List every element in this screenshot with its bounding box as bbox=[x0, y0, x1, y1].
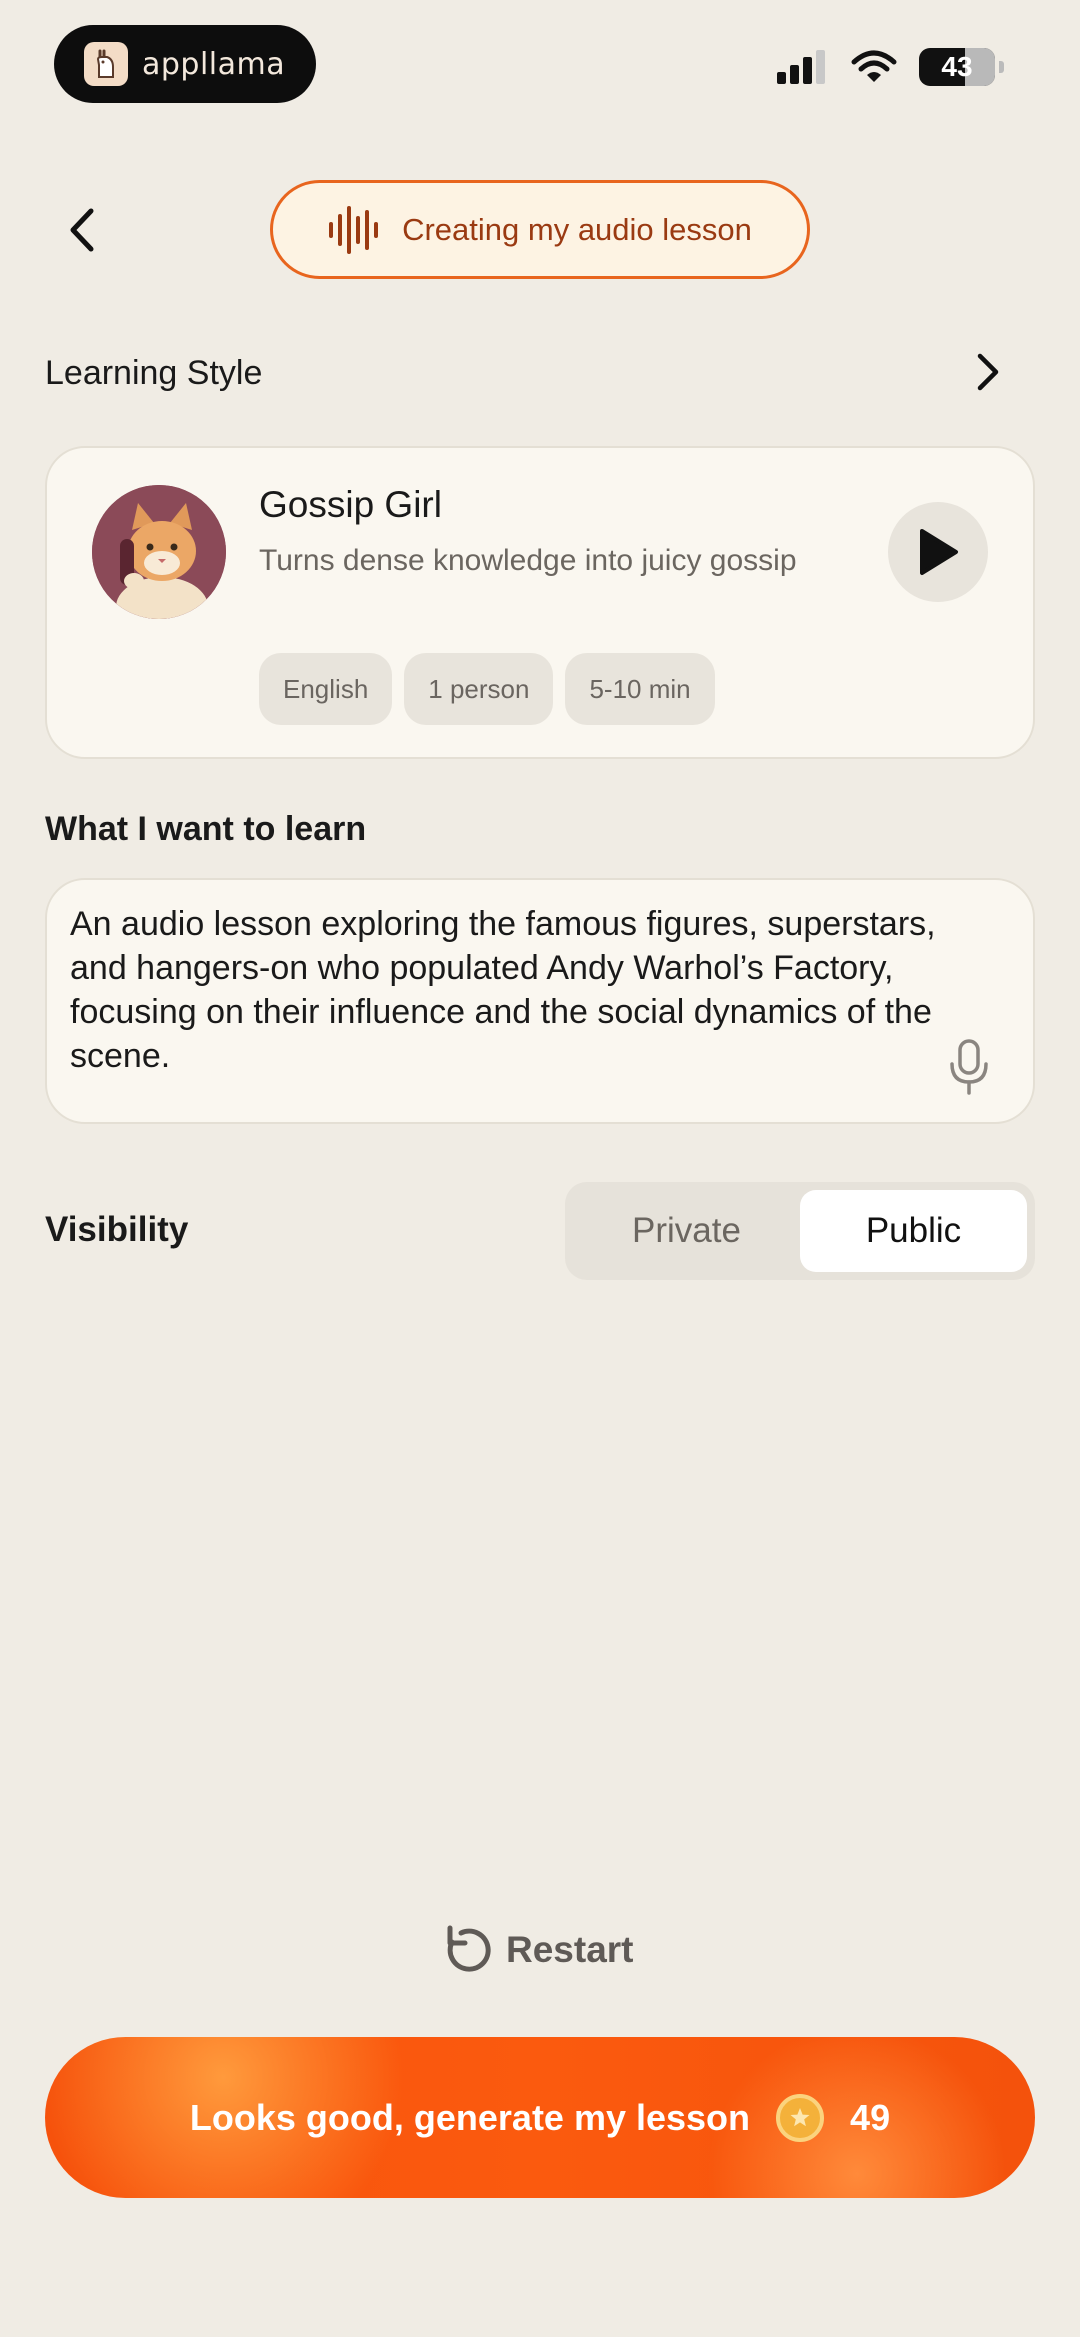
learning-style-card[interactable]: Gossip Girl Turns dense knowledge into j… bbox=[45, 446, 1035, 759]
llama-logo-icon bbox=[84, 42, 128, 86]
app-name: appllama bbox=[142, 46, 286, 82]
cat-avatar bbox=[92, 485, 226, 619]
play-icon bbox=[920, 529, 958, 575]
tag-language: English bbox=[259, 653, 393, 725]
chevron-left-icon bbox=[70, 208, 94, 252]
visibility-public-option[interactable]: Public bbox=[800, 1190, 1027, 1272]
status-bar: appllama 43 bbox=[0, 0, 1080, 130]
tag-duration: 5-10 min bbox=[565, 653, 715, 725]
visibility-segmented-control: Private Public bbox=[565, 1182, 1035, 1280]
learning-style-more-button[interactable] bbox=[966, 350, 1010, 394]
learn-topic-textarea[interactable]: An audio lesson exploring the famous fig… bbox=[45, 878, 1035, 1124]
creating-status-chip: Creating my audio lesson bbox=[270, 180, 810, 279]
tag-speakers: 1 person bbox=[404, 653, 554, 725]
learn-topic-text[interactable]: An audio lesson exploring the famous fig… bbox=[70, 902, 970, 1078]
restart-button[interactable]: Restart bbox=[442, 1920, 634, 1980]
microphone-icon bbox=[950, 1039, 988, 1095]
back-button[interactable] bbox=[52, 200, 112, 260]
coin-star-icon bbox=[776, 2093, 825, 2142]
battery-tip bbox=[999, 61, 1004, 73]
microphone-button[interactable] bbox=[947, 1038, 991, 1096]
visibility-private-option[interactable]: Private bbox=[573, 1190, 800, 1272]
status-chip-label: Creating my audio lesson bbox=[402, 211, 752, 247]
visibility-title: Visibility bbox=[45, 1210, 189, 1249]
chevron-right-icon bbox=[977, 353, 999, 391]
restart-label: Restart bbox=[506, 1929, 634, 1970]
learning-style-title: Learning Style bbox=[45, 354, 263, 392]
learn-section-title: What I want to learn bbox=[45, 810, 367, 848]
style-tags: English 1 person 5-10 min bbox=[259, 653, 715, 725]
app-indicator-pill[interactable]: appllama bbox=[54, 25, 316, 103]
wifi-icon bbox=[851, 50, 897, 82]
style-description: Turns dense knowledge into juicy gossip bbox=[259, 544, 797, 577]
style-name: Gossip Girl bbox=[259, 484, 442, 525]
restart-icon bbox=[447, 1925, 491, 1972]
coin-cost: 49 bbox=[850, 2096, 891, 2138]
battery-level: 43 bbox=[941, 51, 973, 82]
audio-waveform-icon bbox=[329, 205, 379, 254]
play-sample-button[interactable] bbox=[888, 502, 988, 602]
battery-icon: 43 bbox=[919, 48, 995, 86]
generate-lesson-button[interactable]: Looks good, generate my lesson 49 bbox=[45, 2037, 1035, 2198]
generate-lesson-label: Looks good, generate my lesson bbox=[189, 2096, 751, 2138]
system-status-icons: 43 bbox=[777, 48, 1004, 86]
cellular-signal-icon bbox=[777, 50, 825, 84]
